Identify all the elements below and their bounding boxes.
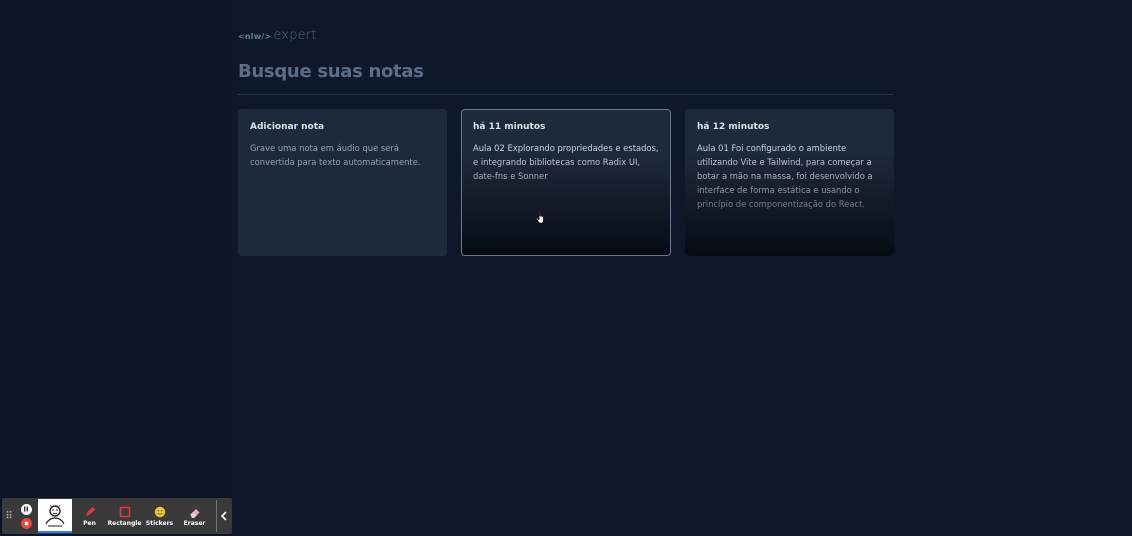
pen-icon	[85, 506, 95, 516]
stop-button[interactable]	[20, 517, 32, 529]
eraser-label: Eraser	[183, 519, 206, 527]
rectangle-tool[interactable]: Rectangle	[107, 506, 142, 527]
hand-pointer-cursor-icon	[535, 209, 544, 224]
card-title: Adicionar nota	[250, 122, 325, 132]
pen-tool[interactable]: Pen	[72, 506, 107, 527]
smiley-sticker-icon	[154, 506, 165, 517]
avatar-sketch-icon	[45, 504, 65, 527]
logo-word: expert	[273, 28, 317, 43]
webcam-avatar[interactable]	[38, 499, 72, 533]
rectangle-icon	[119, 506, 130, 517]
card-title: há 11 minutos	[473, 122, 546, 132]
add-note-card[interactable]: Adicionar nota Grave uma nota em áudio q…	[238, 109, 447, 256]
recording-controls	[16, 503, 36, 529]
card-body: Grave uma nota em áudio que será convert…	[250, 143, 421, 167]
card-body: Aula 01 Foi configurado o ambiente utili…	[697, 143, 873, 209]
note-card[interactable]: há 12 minutos Aula 01 Foi configurado o …	[685, 109, 894, 256]
notes-grid: Adicionar nota Grave uma nota em áudio q…	[238, 109, 894, 256]
logo-mark: <nlw/>	[238, 32, 272, 41]
pen-label: Pen	[83, 519, 96, 527]
pause-icon	[24, 506, 28, 512]
card-body: Aula 02 Explorando propriedades e estado…	[473, 143, 659, 181]
left-panel-shade	[0, 0, 232, 536]
rectangle-label: Rectangle	[107, 519, 142, 527]
stickers-tool[interactable]: Stickers	[142, 506, 177, 527]
search-input[interactable]	[238, 56, 893, 86]
divider	[238, 94, 893, 95]
eraser-icon	[190, 508, 199, 518]
collapse-toolbar-button[interactable]	[217, 511, 231, 521]
note-card[interactable]: há 11 minutos Aula 02 Explorando proprie…	[461, 109, 671, 256]
stop-icon	[24, 521, 28, 525]
recording-toolbar: ⠿ Pen Rectangle Stickers Eraser	[2, 498, 232, 534]
drag-handle-icon[interactable]: ⠿	[2, 511, 16, 522]
card-title: há 12 minutos	[697, 122, 770, 132]
main-content: <nlw/> expert .search::placeholder{color…	[238, 28, 894, 256]
app-page: <nlw/> expert .search::placeholder{color…	[0, 0, 1132, 536]
chevron-left-icon	[220, 511, 227, 521]
stickers-label: Stickers	[145, 519, 174, 527]
nlw-expert-logo: <nlw/> expert	[238, 28, 893, 43]
pause-button[interactable]	[20, 503, 32, 515]
eraser-tool[interactable]: Eraser	[177, 506, 212, 527]
